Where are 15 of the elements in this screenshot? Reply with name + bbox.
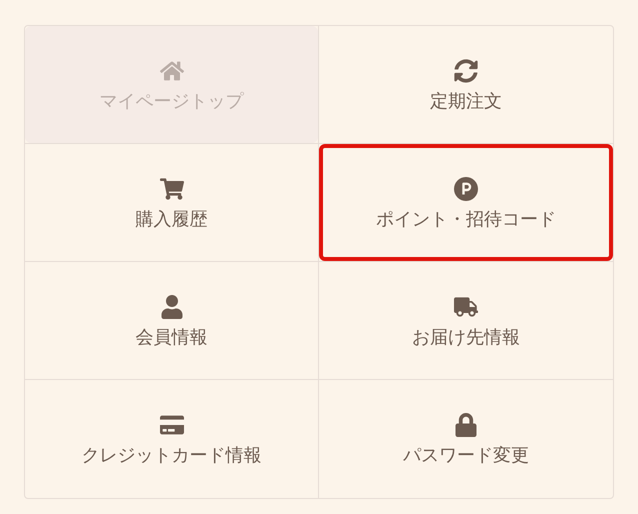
menu-item[interactable]: クレジットカード情報 bbox=[25, 380, 318, 498]
point-icon bbox=[454, 176, 478, 200]
menu-item[interactable]: ポイント・招待コード bbox=[319, 144, 613, 261]
refresh-icon bbox=[454, 58, 478, 82]
home-icon bbox=[160, 58, 184, 82]
menu-item[interactable]: お届け先情報 bbox=[319, 262, 613, 379]
credit-card-icon bbox=[160, 413, 184, 437]
menu-item[interactable]: パスワード変更 bbox=[319, 380, 613, 498]
menu-item[interactable]: 定期注文 bbox=[319, 26, 613, 143]
menu-item[interactable]: 購入履歴 bbox=[25, 144, 318, 261]
truck-icon bbox=[454, 294, 478, 318]
cart-icon bbox=[160, 176, 184, 200]
lock-icon bbox=[454, 413, 478, 437]
user-icon bbox=[160, 294, 184, 318]
menu-item[interactable]: 会員情報 bbox=[25, 262, 318, 379]
